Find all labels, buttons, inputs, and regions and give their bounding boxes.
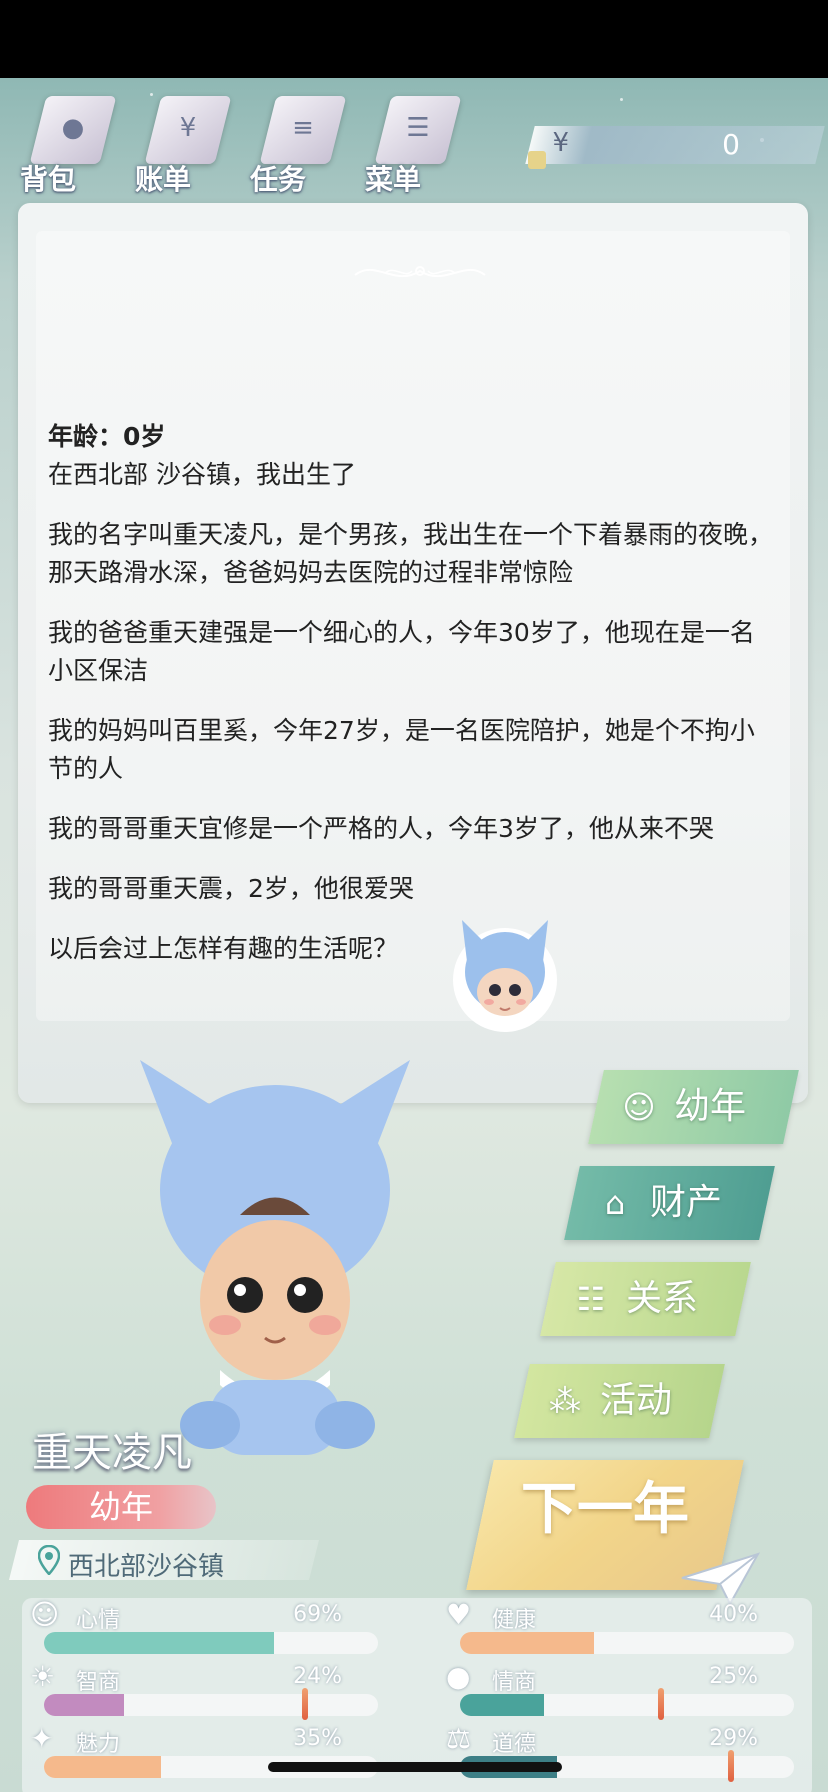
stat-eq: ● 情商 25% — [438, 1660, 794, 1720]
stat-label: 道德 — [492, 1732, 537, 1757]
menu-glyph: ☰ — [406, 113, 430, 143]
stat-fill — [44, 1632, 275, 1654]
task-button[interactable]: ≡ 任务 — [250, 86, 350, 196]
bag-label: 背包 — [20, 163, 77, 196]
menu-button[interactable]: ☰ 菜单 — [365, 86, 465, 196]
stat-fill — [460, 1632, 594, 1654]
story-paragraph: 以后会过上怎样有趣的生活呢？ — [48, 934, 399, 963]
baby-icon: ☺ — [622, 1088, 656, 1126]
story-paragraph: 我的哥哥重天震，2岁，他很爱哭 — [48, 874, 414, 903]
character-avatar — [140, 1060, 410, 1455]
location-pin-icon — [38, 1545, 60, 1575]
stat-label: 健康 — [492, 1608, 537, 1633]
stat-bar — [460, 1694, 794, 1716]
stat-value: 69% — [293, 1602, 342, 1627]
stat-value: 24% — [293, 1664, 342, 1689]
top-toolbar: ● 背包 ¥ 账单 ≡ 任务 ☰ 菜单 ¥ 0 — [0, 78, 828, 198]
relations-button-label: 关系 — [626, 1278, 699, 1319]
lightbulb-icon: ☀ — [30, 1660, 56, 1693]
ornament-icon — [354, 266, 486, 278]
bill-label: 账单 — [135, 163, 192, 196]
property-button[interactable]: ⌂ 财产 — [564, 1166, 775, 1240]
stat-value: 25% — [709, 1664, 758, 1689]
money-display: ¥ 0 — [525, 126, 825, 164]
stat-value: 29% — [709, 1726, 758, 1751]
avatar-sticker — [453, 920, 557, 1032]
stage-button-label: 幼年 — [674, 1086, 747, 1127]
activity-button-label: 活动 — [600, 1380, 673, 1421]
house-icon: ⌂ — [604, 1184, 626, 1222]
stat-value: 40% — [709, 1602, 758, 1627]
stat-bar — [44, 1694, 378, 1716]
menu-label: 菜单 — [365, 163, 422, 196]
stat-fill — [44, 1756, 161, 1778]
money-value: 0 — [722, 128, 741, 161]
activity-button[interactable]: ⁂ 活动 — [514, 1364, 725, 1438]
story-paragraph: 我的爸爸重天建强是一个细心的人，今年30岁了，他现在是一名小区保洁 — [48, 618, 755, 685]
age-heading: 年龄：0岁 — [48, 422, 166, 451]
stat-fill — [44, 1694, 125, 1716]
story-panel: 年龄：0岁 在西北部 沙谷镇，我出生了 我的名字叫重天凌凡，是个男孩，我出生在一… — [18, 203, 808, 1103]
game-screen: ● 背包 ¥ 账单 ≡ 任务 ☰ 菜单 ¥ 0 年龄：0岁 在西北部 沙谷镇，我… — [0, 78, 828, 1792]
task-label: 任务 — [250, 163, 307, 196]
stat-label: 智商 — [76, 1670, 121, 1695]
task-glyph: ≡ — [292, 113, 314, 143]
stat-label: 心情 — [76, 1608, 121, 1633]
sparkle-icon: ✦ — [30, 1722, 54, 1755]
bill-glyph: ¥ — [179, 113, 197, 143]
stat-bar — [460, 1632, 794, 1654]
smile-icon: ☺ — [30, 1598, 60, 1631]
threshold-marker — [658, 1688, 664, 1720]
people-icon: ☷ — [576, 1280, 606, 1318]
bill-button[interactable]: ¥ 账单 — [135, 86, 235, 196]
heart-icon: ♥ — [446, 1598, 472, 1631]
story-paragraph: 我的哥哥重天宜修是一个严格的人，今年3岁了，他从来不哭 — [48, 814, 714, 843]
location-label: 西北部沙谷镇 — [68, 1552, 225, 1582]
stat-health: ♥ 健康 40% — [438, 1598, 794, 1654]
scale-icon: ⚖ — [446, 1722, 472, 1755]
life-stage-badge: 幼年 — [26, 1485, 216, 1529]
stat-fill — [460, 1694, 544, 1716]
stat-bar — [44, 1632, 378, 1654]
threshold-marker — [728, 1750, 734, 1782]
stat-iq: ☀ 智商 24% — [22, 1660, 378, 1720]
stat-label: 情商 — [492, 1670, 537, 1695]
activity-icon: ⁂ — [549, 1382, 581, 1420]
character-name: 重天凌凡 — [32, 1430, 192, 1476]
stat-mood: ☺ 心情 69% — [22, 1598, 378, 1654]
home-indicator[interactable] — [268, 1762, 562, 1772]
stage-button[interactable]: ☺ 幼年 — [588, 1070, 799, 1144]
stat-label: 魅力 — [76, 1732, 121, 1757]
relations-button[interactable]: ☷ 关系 — [540, 1262, 751, 1336]
bag-button[interactable]: ● 背包 — [20, 86, 120, 196]
coin-icon — [528, 151, 546, 169]
apple-icon: ● — [446, 1660, 471, 1693]
yen-icon: ¥ — [552, 128, 570, 158]
story-text: 年龄：0岁 在西北部 沙谷镇，我出生了 我的名字叫重天凌凡，是个男孩，我出生在一… — [48, 418, 778, 990]
story-paragraph: 在西北部 沙谷镇，我出生了 — [48, 460, 356, 489]
story-paragraph: 我的妈妈叫百里奚，今年27岁，是一名医院陪护，她是个不拘小节的人 — [48, 716, 755, 783]
threshold-marker — [302, 1688, 308, 1720]
stat-value: 35% — [293, 1726, 342, 1751]
story-paragraph: 我的名字叫重天凌凡，是个男孩，我出生在一个下着暴雨的夜晚，那天路滑水深，爸爸妈妈… — [48, 520, 774, 587]
property-button-label: 财产 — [650, 1182, 723, 1223]
bag-glyph: ● — [61, 113, 85, 143]
